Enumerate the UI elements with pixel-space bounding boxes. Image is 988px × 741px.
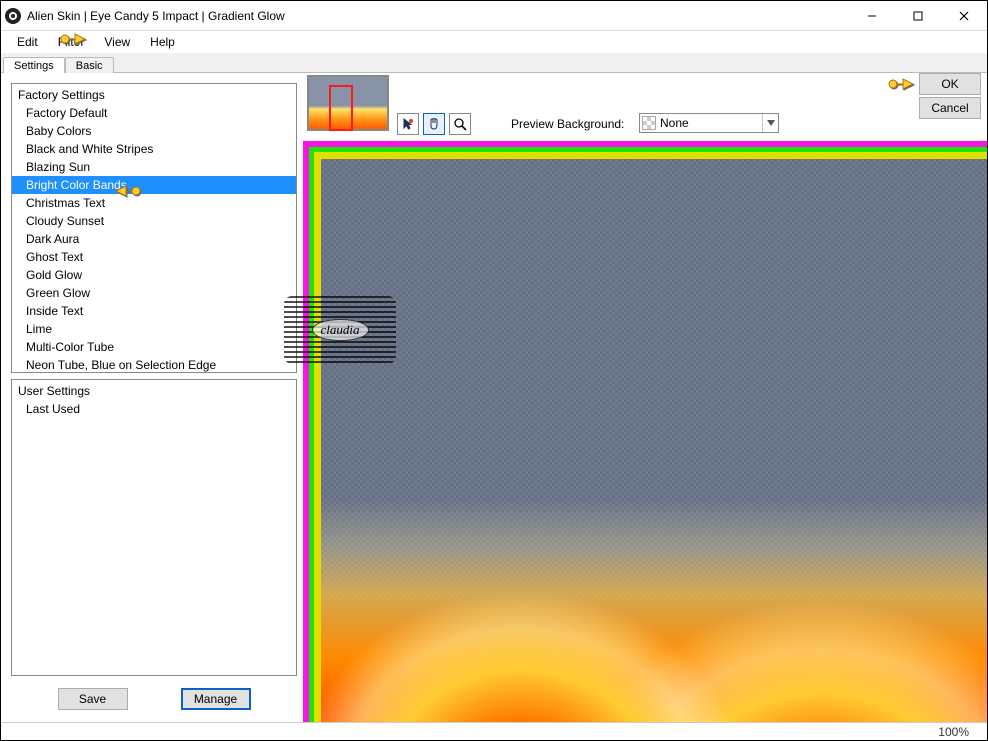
list-item[interactable]: Neon Tube, Blue on Selection Edge [12, 356, 296, 373]
window: Alien Skin | Eye Candy 5 Impact | Gradie… [0, 0, 988, 741]
cancel-button[interactable]: Cancel [919, 97, 981, 119]
close-button[interactable] [941, 1, 987, 30]
hand-tool-icon[interactable] [423, 113, 445, 135]
pointer-hand-icon [887, 74, 915, 94]
preview-background-label: Preview Background: [511, 117, 624, 131]
button-row: Save Manage [11, 682, 297, 716]
list-item[interactable]: Last Used [12, 400, 296, 418]
ok-cancel-group: OK Cancel [887, 73, 981, 119]
list-item[interactable]: Cloudy Sunset [12, 212, 296, 230]
list-item[interactable]: Lime [12, 320, 296, 338]
user-settings-list[interactable]: User Settings Last Used [11, 379, 297, 676]
menu-view[interactable]: View [94, 33, 140, 51]
ok-button[interactable]: OK [919, 73, 981, 95]
thumbnail-selection[interactable] [329, 85, 353, 131]
tab-basic[interactable]: Basic [65, 57, 114, 73]
menu-edit[interactable]: Edit [7, 33, 48, 51]
pointer-tool-icon[interactable] [397, 113, 419, 135]
watermark-text: claudia [312, 319, 369, 341]
right-controls: Preview Background: None OK Can [301, 73, 987, 141]
checker-swatch-icon [642, 116, 656, 130]
pointer-hand-icon [114, 181, 142, 204]
body: Factory Settings Factory Default Baby Co… [1, 73, 987, 722]
chevron-down-icon [762, 114, 778, 132]
list-item[interactable]: Multi-Color Tube [12, 338, 296, 356]
preview-background-select[interactable]: None [639, 113, 779, 133]
list-item[interactable]: Ghost Text [12, 248, 296, 266]
list-item[interactable]: Blazing Sun [12, 158, 296, 176]
zoom-tool-icon[interactable] [449, 113, 471, 135]
titlebar: Alien Skin | Eye Candy 5 Impact | Gradie… [1, 1, 987, 31]
preview-background-value: None [660, 116, 689, 130]
tab-settings[interactable]: Settings [3, 57, 65, 73]
status-bar: 100% [1, 722, 987, 740]
list-item[interactable]: Black and White Stripes [12, 140, 296, 158]
left-panel: Factory Settings Factory Default Baby Co… [1, 73, 301, 722]
menu-help[interactable]: Help [140, 33, 185, 51]
list-item[interactable]: Dark Aura [12, 230, 296, 248]
list-item[interactable]: Green Glow [12, 284, 296, 302]
app-icon [5, 8, 21, 24]
window-title: Alien Skin | Eye Candy 5 Impact | Gradie… [27, 9, 849, 23]
factory-settings-list[interactable]: Factory Settings Factory Default Baby Co… [11, 83, 297, 373]
zoom-level: 100% [938, 725, 969, 739]
list-item[interactable]: Factory Default [12, 104, 296, 122]
minimize-button[interactable] [849, 1, 895, 30]
user-settings-header: User Settings [12, 380, 296, 400]
tabstrip: Settings Basic [1, 53, 987, 73]
list-item[interactable]: Christmas Text [12, 194, 296, 212]
list-item[interactable]: Gold Glow [12, 266, 296, 284]
save-button[interactable]: Save [58, 688, 128, 710]
list-item[interactable]: Inside Text [12, 302, 296, 320]
list-item[interactable]: Baby Colors [12, 122, 296, 140]
factory-settings-header: Factory Settings [12, 84, 296, 104]
preview-canvas[interactable] [303, 141, 987, 722]
right-panel: Preview Background: None OK Can [301, 73, 987, 722]
menubar: Edit Filter View Help [1, 31, 987, 53]
watermark: claudia [284, 296, 396, 364]
list-item-selected[interactable]: Bright Color Bands [12, 176, 296, 194]
manage-button[interactable]: Manage [181, 688, 251, 710]
preview-thumbnail[interactable] [307, 75, 389, 131]
maximize-button[interactable] [895, 1, 941, 30]
pointer-hand-icon [59, 29, 87, 52]
tool-iconbar [397, 113, 471, 135]
